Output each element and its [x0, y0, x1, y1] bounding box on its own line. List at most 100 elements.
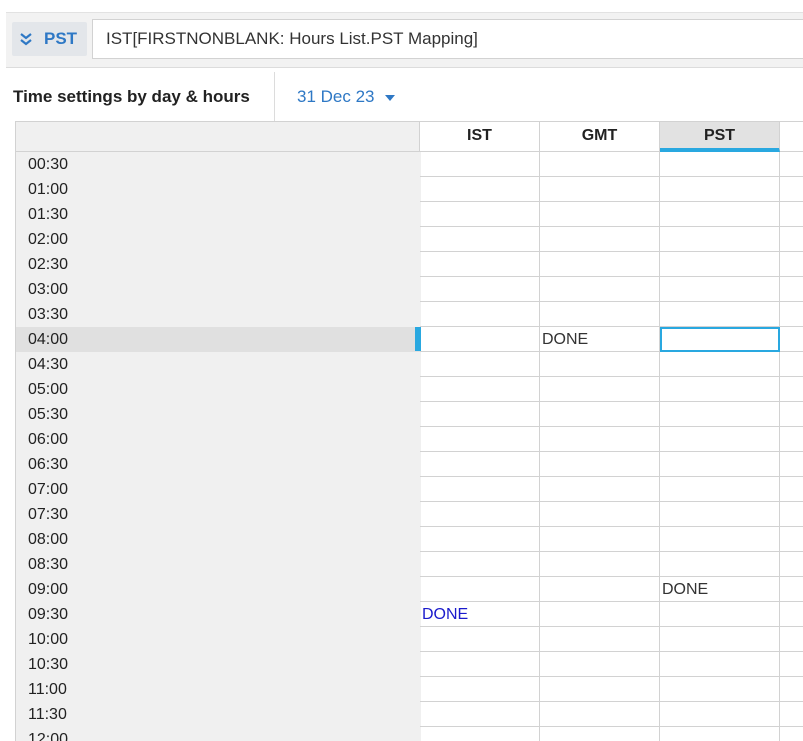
- grid-cell-pst[interactable]: [660, 652, 780, 677]
- grid-cell-ist[interactable]: [420, 352, 540, 377]
- row-label[interactable]: 02:00: [16, 227, 420, 252]
- grid-cell-gmt[interactable]: [540, 352, 660, 377]
- grid-cell-next[interactable]: [780, 177, 803, 202]
- grid-cell-next[interactable]: [780, 502, 803, 527]
- grid-cell-ist[interactable]: [420, 202, 540, 227]
- grid-cell-gmt[interactable]: [540, 627, 660, 652]
- row-label[interactable]: 00:30: [16, 152, 420, 177]
- formula-input[interactable]: IST[FIRSTNONBLANK: Hours List.PST Mappin…: [92, 19, 803, 59]
- grid-cell-next[interactable]: [780, 352, 803, 377]
- grid-cell-gmt[interactable]: [540, 402, 660, 427]
- grid-cell-next[interactable]: [780, 627, 803, 652]
- row-label[interactable]: 08:00: [16, 527, 420, 552]
- row-label[interactable]: 06:30: [16, 452, 420, 477]
- column-header-pst[interactable]: PST: [660, 121, 780, 152]
- grid-cell-pst[interactable]: [660, 227, 780, 252]
- grid-cell-ist[interactable]: [420, 477, 540, 502]
- grid-cell-pst[interactable]: [660, 427, 780, 452]
- grid-cell-ist[interactable]: [420, 702, 540, 727]
- grid-cell-gmt[interactable]: [540, 427, 660, 452]
- grid-cell-gmt[interactable]: [540, 677, 660, 702]
- grid-cell-next[interactable]: [780, 677, 803, 702]
- row-label[interactable]: 10:00: [16, 627, 420, 652]
- grid-cell-next[interactable]: [780, 252, 803, 277]
- grid-cell-next[interactable]: [780, 727, 803, 741]
- row-label[interactable]: 05:30: [16, 402, 420, 427]
- grid-cell-gmt[interactable]: [540, 277, 660, 302]
- grid-cell-gmt[interactable]: [540, 452, 660, 477]
- grid-cell-next[interactable]: [780, 227, 803, 252]
- row-label[interactable]: 03:30: [16, 302, 420, 327]
- row-label[interactable]: 09:30: [16, 602, 420, 627]
- grid-cell-pst[interactable]: [660, 702, 780, 727]
- grid-cell-next[interactable]: [780, 477, 803, 502]
- grid-cell-pst[interactable]: [660, 377, 780, 402]
- grid-cell-gmt[interactable]: [540, 377, 660, 402]
- column-header-gmt[interactable]: GMT: [540, 121, 660, 152]
- grid-cell-pst[interactable]: [660, 502, 780, 527]
- grid-cell-gmt[interactable]: [540, 252, 660, 277]
- grid-cell-ist[interactable]: [420, 577, 540, 602]
- grid-cell-next[interactable]: [780, 527, 803, 552]
- grid-cell-ist[interactable]: [420, 552, 540, 577]
- row-label[interactable]: 01:00: [16, 177, 420, 202]
- grid-cell-gmt[interactable]: DONE: [540, 327, 660, 352]
- grid-cell-gmt[interactable]: [540, 727, 660, 741]
- row-label[interactable]: 06:00: [16, 427, 420, 452]
- grid-cell-ist[interactable]: [420, 452, 540, 477]
- grid-cell-ist[interactable]: [420, 277, 540, 302]
- grid-cell-pst[interactable]: [660, 152, 780, 177]
- grid-cell-gmt[interactable]: [540, 202, 660, 227]
- grid-cell-next[interactable]: [780, 577, 803, 602]
- grid-cell-ist[interactable]: [420, 652, 540, 677]
- grid-cell-next[interactable]: [780, 202, 803, 227]
- row-label[interactable]: 08:30: [16, 552, 420, 577]
- row-label[interactable]: 10:30: [16, 652, 420, 677]
- grid-cell-ist[interactable]: [420, 302, 540, 327]
- grid-cell-next[interactable]: [780, 427, 803, 452]
- grid-cell-next[interactable]: [780, 602, 803, 627]
- row-label[interactable]: 03:00: [16, 277, 420, 302]
- grid-cell-gmt[interactable]: [540, 302, 660, 327]
- grid-cell-ist[interactable]: [420, 502, 540, 527]
- row-label[interactable]: 07:00: [16, 477, 420, 502]
- grid-cell-pst[interactable]: [660, 627, 780, 652]
- grid-cell-gmt[interactable]: [540, 152, 660, 177]
- grid-cell-next[interactable]: [780, 152, 803, 177]
- grid-cell-pst[interactable]: [660, 202, 780, 227]
- grid-cell-pst[interactable]: DONE: [660, 577, 780, 602]
- grid-cell-next[interactable]: [780, 652, 803, 677]
- grid-cell-ist[interactable]: [420, 427, 540, 452]
- grid-cell-pst[interactable]: [660, 602, 780, 627]
- grid-cell-next[interactable]: [780, 327, 803, 352]
- row-label[interactable]: 07:30: [16, 502, 420, 527]
- grid-cell-pst[interactable]: [660, 402, 780, 427]
- grid-cell-pst[interactable]: [660, 327, 780, 352]
- row-label[interactable]: 09:00: [16, 577, 420, 602]
- grid-cell-ist[interactable]: [420, 152, 540, 177]
- grid-cell-ist[interactable]: [420, 177, 540, 202]
- grid-cell-ist[interactable]: [420, 402, 540, 427]
- grid-cell-pst[interactable]: [660, 527, 780, 552]
- grid-cell-next[interactable]: [780, 702, 803, 727]
- grid-cell-pst[interactable]: [660, 177, 780, 202]
- grid-cell-gmt[interactable]: [540, 577, 660, 602]
- field-selector[interactable]: PST: [12, 22, 87, 56]
- double-chevron-down-icon[interactable]: [20, 32, 32, 46]
- grid-cell-pst[interactable]: [660, 677, 780, 702]
- grid-cell-pst[interactable]: [660, 352, 780, 377]
- grid-cell-ist[interactable]: [420, 677, 540, 702]
- grid-cell-gmt[interactable]: [540, 502, 660, 527]
- grid-cell-ist[interactable]: [420, 627, 540, 652]
- grid-cell-pst[interactable]: [660, 252, 780, 277]
- row-label[interactable]: 02:30: [16, 252, 420, 277]
- row-label[interactable]: 04:00: [16, 327, 420, 352]
- grid-cell-gmt[interactable]: [540, 702, 660, 727]
- grid-cell-ist[interactable]: [420, 377, 540, 402]
- grid-cell-gmt[interactable]: [540, 652, 660, 677]
- row-label[interactable]: 01:30: [16, 202, 420, 227]
- grid-cell-pst[interactable]: [660, 452, 780, 477]
- grid-cell-gmt[interactable]: [540, 527, 660, 552]
- grid-cell-next[interactable]: [780, 402, 803, 427]
- grid-cell-ist[interactable]: [420, 227, 540, 252]
